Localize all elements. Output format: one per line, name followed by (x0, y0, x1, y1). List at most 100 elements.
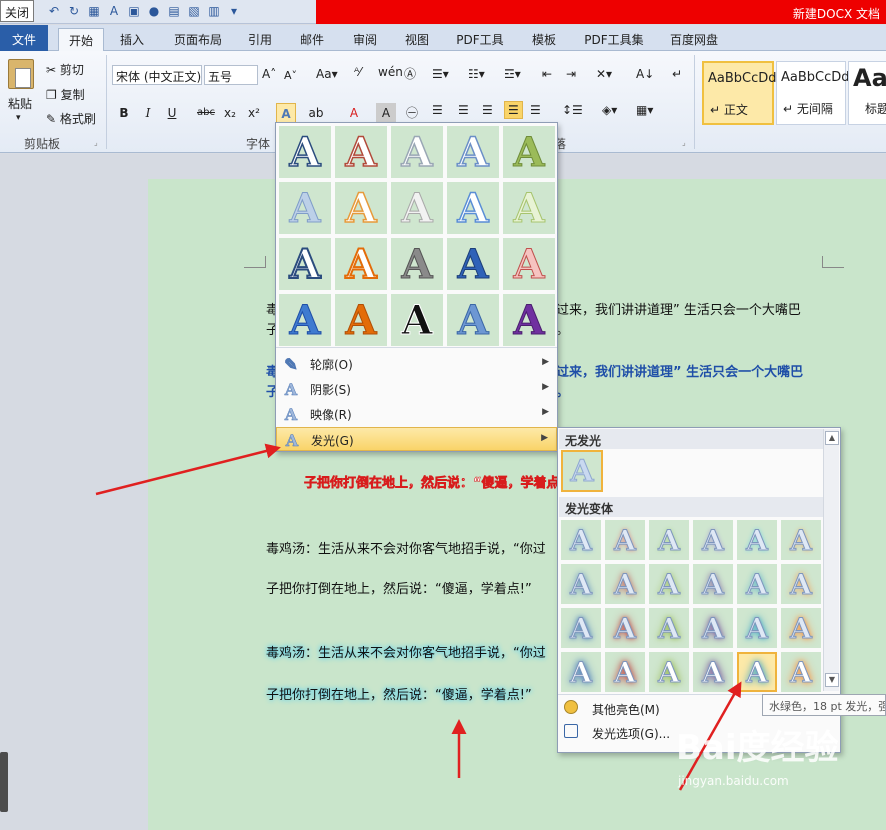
effect-preset[interactable]: A (447, 126, 499, 178)
bullets-icon[interactable]: ☰▾ (432, 67, 449, 81)
effect-preset[interactable]: A (503, 238, 555, 290)
bold-icon[interactable]: B (114, 103, 134, 123)
glow-variant[interactable]: A (693, 520, 733, 560)
shrink-font-icon[interactable]: A˅ (284, 69, 297, 82)
scroll-down-icon[interactable]: ▼ (825, 673, 839, 687)
format-icon[interactable]: ▦ (86, 3, 102, 19)
glow-variant[interactable]: A (561, 608, 601, 648)
undo-icon[interactable]: ↶ (46, 3, 62, 19)
glow-variant[interactable]: A (737, 520, 777, 560)
effect-preset[interactable]: A (335, 294, 387, 346)
glow-variant[interactable]: A (561, 652, 601, 692)
chinese-layout-icon[interactable]: ✕▾ (596, 67, 612, 81)
effect-preset[interactable]: A (279, 126, 331, 178)
show-marks-icon[interactable]: ↵ (672, 67, 682, 81)
glow-variant[interactable]: A (781, 652, 821, 692)
increase-indent-icon[interactable]: ⇥ (566, 67, 576, 81)
image-icon[interactable]: ▧ (186, 3, 202, 19)
doc-line[interactable]: 过来，我们讲讲道理” 生活只会一个大嘴巴 (556, 299, 801, 318)
scroll-up-icon[interactable]: ▲ (825, 431, 839, 445)
glow-variant[interactable]: A (693, 608, 733, 648)
tab-mailings[interactable]: 邮件 (292, 28, 332, 51)
glow-variant[interactable]: A (737, 608, 777, 648)
style-no-spacing[interactable]: AaBbCcDd ↵ 无间隔 (776, 61, 850, 125)
glow-variant[interactable]: A (605, 520, 645, 560)
reflection-menu-item[interactable]: A 映像(R) ▶ (276, 402, 557, 426)
tab-templates[interactable]: 模板 (524, 28, 564, 51)
paste-button[interactable]: 粘贴 (8, 95, 32, 112)
glow-variant-selected[interactable]: A (737, 652, 777, 692)
glow-variant[interactable]: A (649, 564, 689, 604)
change-case-icon[interactable]: Aa▾ (316, 67, 338, 81)
effect-preset[interactable]: A (503, 294, 555, 346)
glow-variant[interactable]: A (649, 520, 689, 560)
circle-icon[interactable]: ● (146, 3, 162, 19)
no-glow-option[interactable]: A (561, 450, 603, 492)
gallery-scrollbar[interactable]: ▲ ▼ (823, 429, 839, 691)
outline-menu-item[interactable]: ✎ 轮廓(O) ▶ (276, 352, 557, 376)
doc-line[interactable]: 子把你打倒在地上，然后说：“傻逼，学着点!” (266, 578, 532, 597)
effect-preset[interactable]: A (279, 294, 331, 346)
glow-variant[interactable]: A (649, 608, 689, 648)
justify-icon[interactable]: ☰ (504, 101, 523, 119)
center-icon[interactable]: ☰ (458, 103, 469, 117)
line-spacing-icon[interactable]: ↕☰ (562, 103, 583, 117)
tab-insert[interactable]: 插入 (112, 28, 152, 51)
font-icon[interactable]: A (106, 3, 122, 19)
customize-icon[interactable]: ▾ (226, 3, 242, 19)
glow-variant[interactable]: A (605, 564, 645, 604)
clipboard-launcher-icon[interactable]: ⌟ (94, 138, 98, 147)
strikethrough-icon[interactable]: abc (196, 103, 216, 123)
glow-variant[interactable]: A (649, 652, 689, 692)
glow-variant[interactable]: A (605, 608, 645, 648)
glow-variant[interactable]: A (605, 652, 645, 692)
glow-variant[interactable]: A (561, 520, 601, 560)
char-border-icon[interactable]: Ⓐ (404, 65, 416, 82)
glow-variant[interactable]: A (693, 564, 733, 604)
glow-variant[interactable]: A (781, 564, 821, 604)
doc-line[interactable]: 过来，我们讲讲道理” 生活只会一个大嘴巴 (556, 361, 803, 380)
effect-preset[interactable]: A (279, 182, 331, 234)
paste-icon[interactable] (8, 59, 34, 89)
doc-line[interactable]: 子把你打倒在地上，然后说：“傻逼，学着点!” (266, 684, 532, 703)
distributed-icon[interactable]: ☰ (530, 103, 541, 117)
doc-line[interactable]: 子把你打倒在地上，然后说：“傻逼，学着点 (304, 472, 560, 492)
superscript-icon[interactable]: x² (244, 103, 264, 123)
effect-preset[interactable]: A (447, 294, 499, 346)
effect-preset[interactable]: A (503, 182, 555, 234)
align-right-icon[interactable]: ☰ (482, 103, 493, 117)
grow-font-icon[interactable]: A˄ (262, 67, 276, 81)
tab-pdf-toolset[interactable]: PDF工具集 (576, 28, 652, 51)
effect-preset[interactable]: A (335, 182, 387, 234)
effect-preset[interactable]: A (391, 182, 443, 234)
effect-preset[interactable]: A (391, 126, 443, 178)
effect-preset[interactable]: A (503, 126, 555, 178)
underline-icon[interactable]: U (162, 103, 182, 123)
sort-icon[interactable]: A↓ (636, 67, 654, 81)
effect-preset[interactable]: A (335, 238, 387, 290)
copy-button[interactable]: ❐ 复制 (46, 86, 85, 103)
tab-page-layout[interactable]: 页面布局 (166, 28, 230, 51)
effect-preset[interactable]: A (335, 126, 387, 178)
glow-variant[interactable]: A (781, 520, 821, 560)
borders-icon[interactable]: ▦▾ (636, 103, 653, 117)
shading-icon[interactable]: ◈▾ (602, 103, 617, 117)
doc-line[interactable]: 毒鸡汤：生活从来不会对你客气地招手说，“你过 (266, 642, 546, 661)
enclose-char-icon[interactable]: ㊀ (402, 103, 422, 123)
text-effects-button[interactable]: A (276, 103, 296, 123)
save-icon[interactable]: ▣ (126, 3, 142, 19)
font-size-combo[interactable]: 五号 (204, 65, 258, 85)
shadow-menu-item[interactable]: A 阴影(S) ▶ (276, 377, 557, 401)
glow-variant[interactable]: A (561, 564, 601, 604)
tab-view[interactable]: 视图 (397, 28, 437, 51)
italic-icon[interactable]: I (138, 103, 158, 123)
effect-preset[interactable]: A (447, 238, 499, 290)
tab-baidu-netdisk[interactable]: 百度网盘 (662, 28, 726, 51)
glow-variant[interactable]: A (781, 608, 821, 648)
tab-file[interactable]: 文件 (0, 25, 48, 51)
effect-preset[interactable]: A (391, 238, 443, 290)
subscript-icon[interactable]: x₂ (220, 103, 240, 123)
glow-variant[interactable]: A (693, 652, 733, 692)
paste-dropdown-icon[interactable]: ▾ (16, 113, 21, 123)
highlight-icon[interactable]: ab (306, 103, 326, 123)
